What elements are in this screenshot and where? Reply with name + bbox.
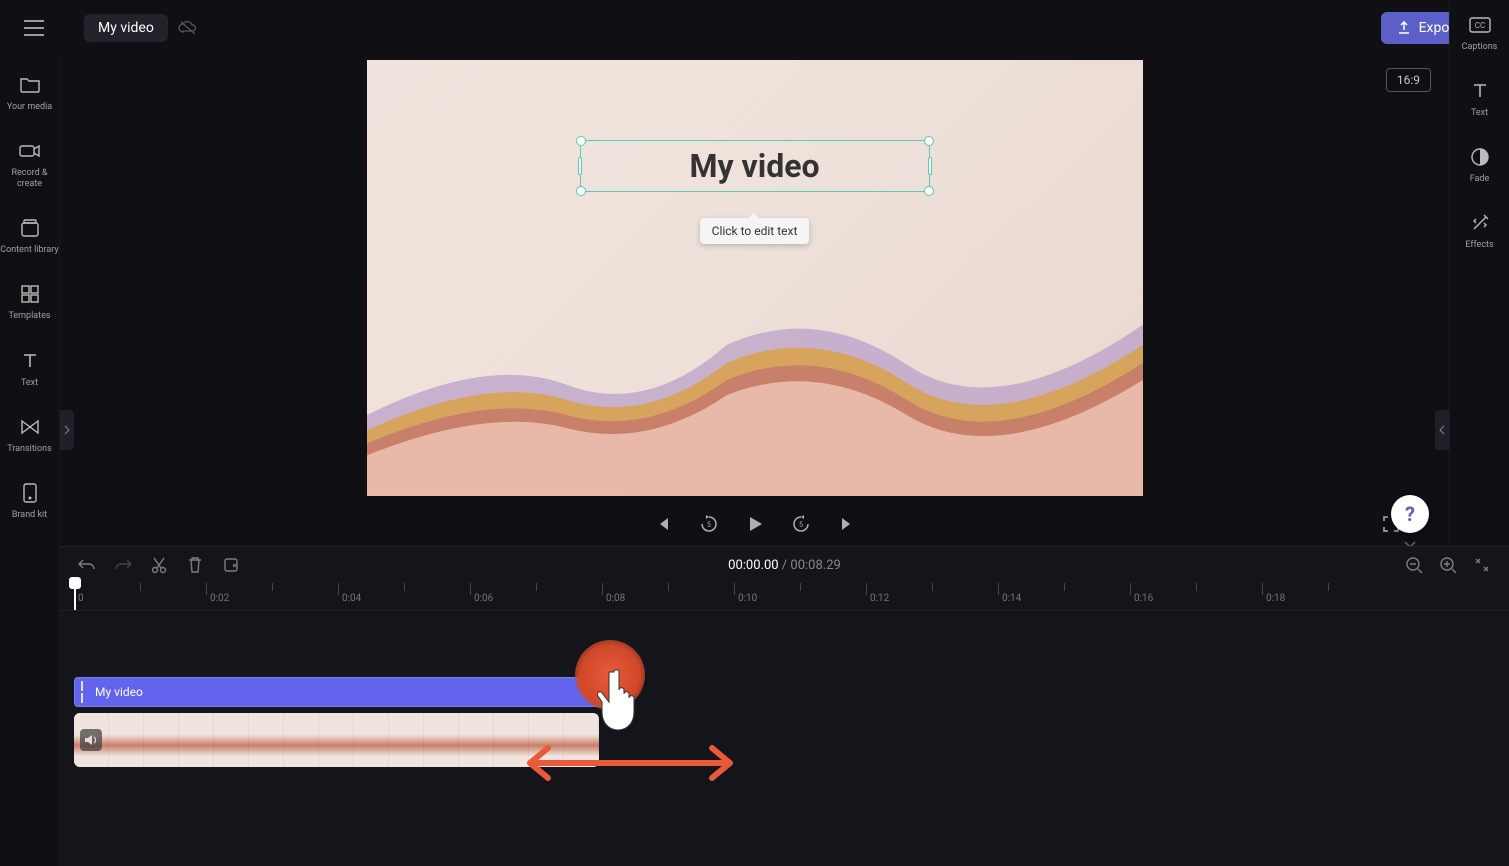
- ruler-tick-label: 0:12: [870, 593, 889, 604]
- timeline-time-display: 00:00.00 / 00:08.29: [728, 558, 841, 573]
- ruler-tick-label: 0:04: [342, 593, 361, 604]
- sidebar-transitions[interactable]: Transitions: [0, 410, 59, 458]
- svg-text:5: 5: [799, 521, 803, 529]
- effects-icon: [1467, 210, 1493, 236]
- zoom-in-button[interactable]: [1437, 554, 1459, 576]
- library-icon: [17, 215, 43, 241]
- resize-handle-r[interactable]: [928, 157, 932, 175]
- timeline-tracks: My video: [60, 611, 1509, 851]
- templates-icon: [17, 281, 43, 307]
- sidebar-text[interactable]: Text: [0, 344, 59, 392]
- mute-icon[interactable]: [80, 729, 102, 751]
- left-sidebar: Your media Record & create Content libra…: [0, 56, 60, 866]
- sidebar-content-library[interactable]: Content library: [0, 211, 59, 259]
- help-button[interactable]: ?: [1391, 495, 1429, 533]
- clip-resize-handle-right[interactable]: [603, 680, 611, 704]
- zoom-out-button[interactable]: [1403, 554, 1425, 576]
- text-icon: [17, 348, 43, 374]
- camera-icon: [17, 138, 43, 164]
- wave-graphic: [367, 234, 1143, 496]
- text-clip-label: My video: [95, 685, 143, 699]
- right-sidebar: CC Captions Text Fade Effects: [1449, 0, 1509, 546]
- timeline-ruler[interactable]: 0 0:02 0:04 0:06 0:08 0:10 0:12 0:14 0:16 0:18: [60, 583, 1509, 611]
- edit-text-tooltip: Click to edit text: [700, 218, 810, 244]
- svg-text:CC: CC: [1474, 21, 1484, 30]
- split-button[interactable]: [148, 554, 170, 576]
- ruler-tick-label: 0:08: [606, 593, 625, 604]
- upload-icon: [1397, 21, 1411, 35]
- ruler-tick-label: 0: [78, 593, 84, 604]
- ruler-tick-label: 0:06: [474, 593, 493, 604]
- timeline: 00:00.00 / 00:08.29 0 0:02 0:04 0:06 0:08 0:1…: [60, 546, 1509, 866]
- rsidebar-effects[interactable]: Effects: [1450, 206, 1509, 254]
- resize-handle-bl[interactable]: [576, 186, 586, 196]
- skip-back-button[interactable]: [649, 510, 677, 538]
- forward-5-button[interactable]: 5: [787, 510, 815, 538]
- svg-text:5: 5: [707, 521, 711, 529]
- fade-icon: [1467, 144, 1493, 170]
- resize-handle-tl[interactable]: [576, 136, 586, 146]
- sidebar-your-media[interactable]: Your media: [0, 68, 59, 116]
- ruler-tick-label: 0:10: [738, 593, 757, 604]
- sidebar-brand-kit[interactable]: Brand kit: [0, 476, 59, 524]
- ruler-tick-label: 0:16: [1134, 593, 1153, 604]
- captions-icon: CC: [1467, 12, 1493, 38]
- skip-forward-button[interactable]: [833, 510, 861, 538]
- resize-handle-tr[interactable]: [924, 136, 934, 146]
- aspect-ratio-badge[interactable]: 16:9: [1386, 68, 1431, 92]
- undo-button[interactable]: [76, 554, 98, 576]
- transitions-icon: [17, 414, 43, 440]
- redo-button[interactable]: [112, 554, 134, 576]
- title-text-overlay[interactable]: My video: [580, 140, 930, 192]
- rsidebar-text[interactable]: Text: [1450, 74, 1509, 122]
- fit-timeline-button[interactable]: [1471, 554, 1493, 576]
- ruler-tick-label: 0:18: [1266, 593, 1285, 604]
- hamburger-menu[interactable]: [16, 10, 52, 46]
- ruler-tick-label: 0:14: [1002, 593, 1021, 604]
- rsidebar-fade[interactable]: Fade: [1450, 140, 1509, 188]
- sidebar-templates[interactable]: Templates: [0, 277, 59, 325]
- title-text-content: My video: [689, 147, 819, 185]
- video-clip[interactable]: [74, 713, 599, 767]
- delete-button[interactable]: [184, 554, 206, 576]
- text-clip[interactable]: My video: [74, 677, 608, 707]
- folder-icon: [17, 72, 43, 98]
- project-title[interactable]: My video: [84, 14, 168, 42]
- sidebar-record-create[interactable]: Record & create: [0, 134, 59, 193]
- playhead[interactable]: [74, 583, 76, 610]
- resize-handle-br[interactable]: [924, 186, 934, 196]
- rewind-5-button[interactable]: 5: [695, 510, 723, 538]
- crop-button[interactable]: [220, 554, 242, 576]
- brand-icon: [17, 480, 43, 506]
- play-button[interactable]: [741, 510, 769, 538]
- clip-grip-icon: [81, 681, 89, 703]
- text-icon: [1467, 78, 1493, 104]
- ruler-tick-label: 0:02: [210, 593, 229, 604]
- resize-handle-l[interactable]: [578, 157, 582, 175]
- cloud-sync-off-icon[interactable]: [178, 20, 198, 36]
- video-preview[interactable]: My video Click to edit text: [367, 60, 1143, 496]
- rsidebar-captions[interactable]: CC Captions: [1450, 8, 1509, 56]
